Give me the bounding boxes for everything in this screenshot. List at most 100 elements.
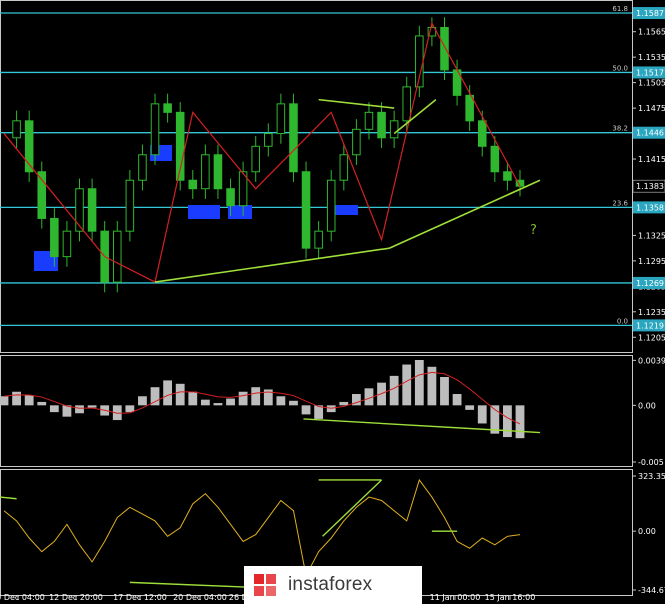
- candle-body-10: [125, 179, 135, 232]
- price-tick-label-5: 1.1415: [638, 155, 665, 164]
- candle-body-24: [301, 171, 311, 249]
- fib-price-label-1: 1.1517: [636, 68, 664, 77]
- macd-tick-label-2: -0.005: [638, 458, 664, 467]
- candle-body-28: [352, 128, 361, 156]
- macd-bar-4: [49, 405, 59, 413]
- candle-body-25: [314, 230, 323, 249]
- macd-bar-6: [75, 405, 84, 414]
- macd-bar-24: [301, 405, 311, 415]
- price-tick-label-8: 1.1325: [638, 231, 665, 240]
- time-tick-label-2: 17 Dec 12:00: [113, 593, 167, 602]
- chart-background: [0, 0, 665, 604]
- macd-bar-22: [276, 396, 286, 406]
- macd-bar-3: [37, 401, 47, 406]
- time-tick-label-6: 15 Jan 16:00: [485, 593, 536, 602]
- fib-pct-label-5: 0.0: [617, 317, 628, 325]
- candle-body-35: [440, 26, 449, 71]
- macd-bar-14: [175, 383, 185, 406]
- macd-bar-35: [440, 377, 449, 406]
- fib-pct-label-0: 61.8: [612, 5, 628, 13]
- price-tick-label-2: 1.1505: [638, 79, 665, 88]
- cci-tick-label-1: 0.00: [638, 527, 656, 536]
- cci-tick-label-0: 323.3582: [638, 472, 665, 481]
- fib-price-label-5: 1.1219: [636, 321, 664, 330]
- macd-bar-41: [515, 405, 525, 439]
- logo-wordmark: instaforex: [288, 574, 373, 595]
- candle-body-6: [75, 188, 84, 232]
- highlight-box-4: [332, 205, 358, 215]
- macd-bar-26: [326, 405, 336, 413]
- candle-body-5: [62, 230, 72, 258]
- macd-bar-37: [465, 405, 475, 410]
- chart-canvas: 1.15651.15351.15051.14751.14451.14151.13…: [0, 0, 665, 604]
- macd-bar-18: [226, 398, 235, 406]
- candle-body-23: [289, 103, 298, 173]
- candle-body-15: [188, 179, 198, 190]
- price-tick-label-11: 1.1235: [638, 308, 665, 317]
- time-tick-label-0: 10 Dec 04:00: [0, 593, 45, 602]
- candle-body-38: [477, 120, 487, 147]
- candle-body-20: [251, 145, 260, 173]
- candle-body-22: [276, 103, 286, 135]
- fib-price-label-3: 1.1358: [636, 203, 664, 212]
- macd-bar-10: [125, 405, 135, 413]
- macd-bar-20: [251, 387, 261, 406]
- price-tick-label-9: 1.1295: [638, 257, 665, 266]
- candle-body-40: [503, 171, 512, 181]
- candle-body-21: [264, 133, 273, 147]
- candle-body-26: [326, 179, 336, 232]
- macd-bar-27: [339, 401, 349, 406]
- macd-bar-7: [87, 405, 97, 408]
- price-tick-label-3: 1.1475: [638, 104, 665, 113]
- time-tick-label-5: 11 Jan 00:00: [430, 593, 481, 602]
- macd-bar-23: [289, 400, 298, 406]
- candle-body-16: [201, 154, 210, 190]
- candle-body-9: [112, 230, 122, 283]
- macd-bar-0: [0, 396, 9, 406]
- macd-tick-label-1: 0.00: [638, 401, 656, 410]
- macd-bar-36: [452, 394, 462, 406]
- macd-bar-2: [24, 395, 34, 406]
- macd-bar-40: [503, 405, 512, 438]
- candle-body-17: [213, 154, 223, 190]
- candle-body-7: [87, 188, 97, 232]
- candle-body-11: [138, 154, 147, 181]
- macd-bar-12: [150, 387, 160, 406]
- candle-body-39: [490, 145, 500, 173]
- macd-bar-15: [188, 391, 198, 406]
- price-tick-label-12: 1.1205: [638, 333, 665, 342]
- candle-body-31: [389, 120, 399, 139]
- fib-price-label-2: 1.1446: [636, 129, 664, 138]
- candle-body-32: [402, 86, 412, 122]
- macd-bar-32: [402, 364, 412, 406]
- cci-tick-label-2: -344.6727: [638, 586, 665, 595]
- macd-tick-label-0: 0.00397: [638, 356, 665, 365]
- time-tick-label-3: 20 Dec 04:00: [173, 593, 227, 602]
- candle-body-4: [50, 217, 59, 258]
- fib-pct-label-3: 23.6: [612, 199, 628, 207]
- instaforex-logo: instaforex: [244, 566, 422, 604]
- macd-bar-17: [213, 403, 223, 406]
- candle-body-3: [37, 171, 47, 219]
- candle-body-18: [226, 188, 235, 207]
- candle-body-12: [150, 103, 160, 156]
- macd-bar-1: [12, 391, 21, 406]
- candle-body-30: [377, 111, 386, 139]
- macd-bar-38: [477, 405, 487, 424]
- candle-body-1: [12, 120, 21, 139]
- price-tick-label-1: 1.1535: [638, 53, 665, 62]
- logo-icon: [250, 570, 280, 600]
- fib-pct-label-1: 50.0: [612, 64, 628, 72]
- macd-bar-33: [414, 360, 424, 406]
- fib-price-label-0: 1.1587: [636, 9, 664, 18]
- macd-bar-19: [238, 391, 248, 406]
- fib-pct-label-2: 38.2: [612, 125, 628, 133]
- highlight-box-3: [228, 205, 252, 219]
- current-price-label: 1.1383: [636, 182, 664, 191]
- macd-bar-11: [138, 396, 147, 406]
- highlight-box-2: [188, 205, 220, 219]
- fib-price-label-4: 1.1269: [636, 279, 664, 288]
- price-tick-label-0: 1.1565: [638, 28, 665, 37]
- macd-bar-31: [389, 375, 399, 406]
- macd-bar-16: [200, 399, 210, 406]
